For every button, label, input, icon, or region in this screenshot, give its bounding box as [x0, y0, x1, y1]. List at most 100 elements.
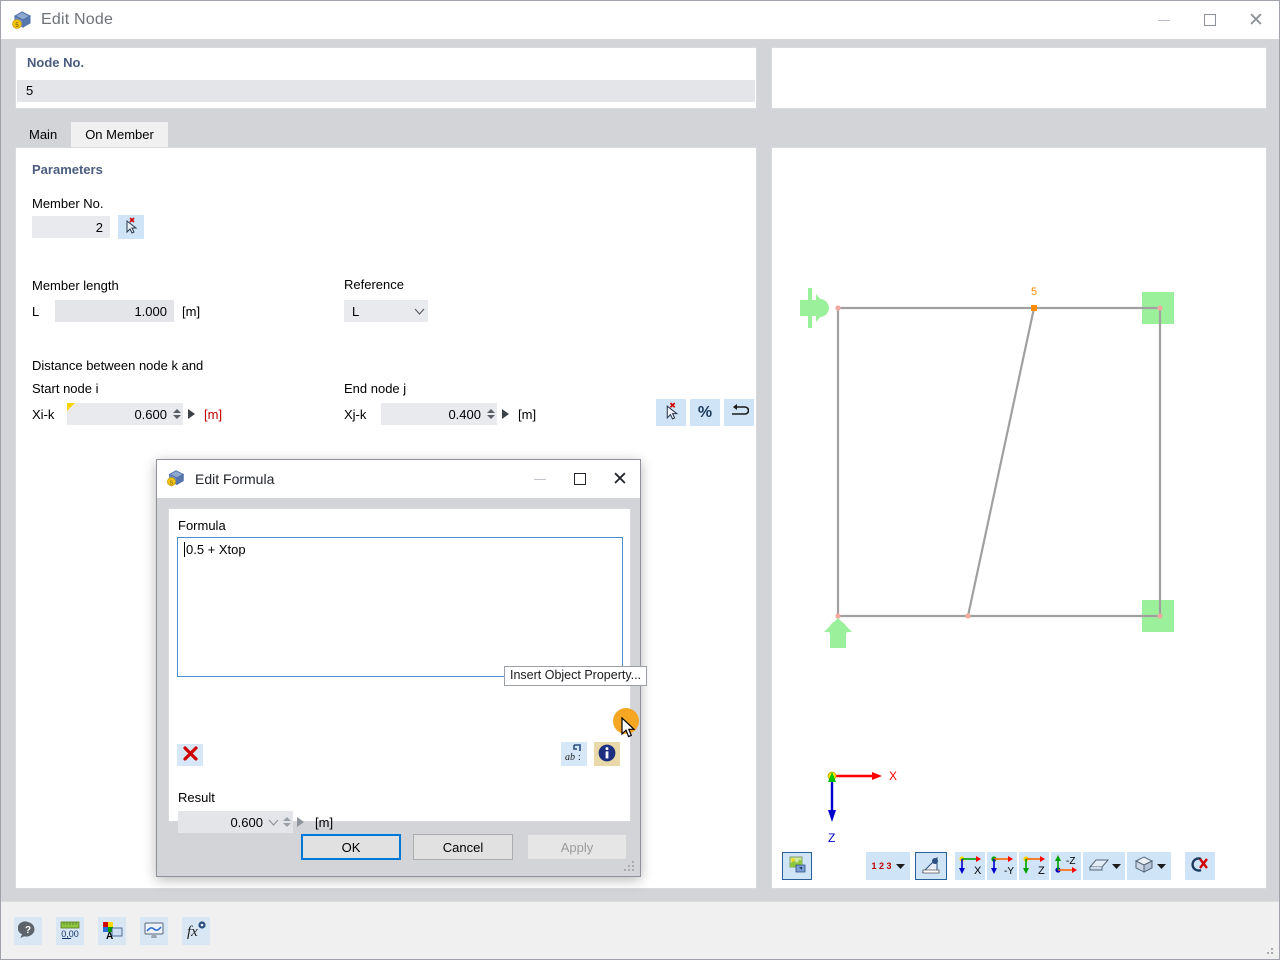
minimize-icon[interactable]	[520, 460, 560, 498]
start-node-value: 0.600	[67, 407, 171, 422]
end-node-label: End node j	[344, 381, 406, 396]
tab-main[interactable]: Main	[15, 122, 71, 147]
result-field: 0.600	[178, 811, 293, 833]
node-no-value[interactable]: 5	[17, 80, 755, 102]
viewport-toolbar: 1 2 3	[772, 844, 1266, 888]
cube-icon	[1133, 855, 1155, 877]
view-info-panel	[771, 47, 1267, 109]
result-value: 0.600	[178, 815, 265, 830]
start-node-formula-button[interactable]	[184, 403, 198, 425]
percent-icon: %	[698, 404, 712, 422]
maximize-icon[interactable]	[560, 460, 600, 498]
svg-text:Z: Z	[828, 831, 835, 845]
start-node-symbol: Xi-k	[32, 407, 54, 422]
measure-button[interactable]	[915, 852, 947, 880]
svg-text::: :	[578, 752, 581, 762]
help-button[interactable]: ?	[14, 917, 42, 945]
end-node-symbol: Xj-k	[344, 407, 366, 422]
svg-text:ab: ab	[565, 752, 575, 762]
clear-formula-button[interactable]	[177, 744, 203, 766]
svg-text:fx: fx	[187, 924, 198, 940]
modal-cancel-button[interactable]: Cancel	[413, 834, 513, 860]
member-no-label: Member No.	[32, 196, 104, 211]
formula-value: 0.5 + Xtop	[186, 542, 246, 557]
end-node-field[interactable]: 0.400	[381, 403, 497, 425]
formula-input[interactable]: 0.5 + Xtop	[177, 537, 623, 677]
close-icon[interactable]: ✕	[600, 460, 640, 498]
swap-arrow-icon	[729, 403, 749, 422]
start-node-field[interactable]: 0.600	[67, 403, 183, 425]
reference-value: L	[344, 304, 410, 319]
view-z-button[interactable]: Z	[1019, 852, 1049, 880]
result-label: Result	[178, 790, 215, 805]
axis-y-icon: -Y	[989, 855, 1015, 878]
svg-text:-Z: -Z	[1066, 856, 1075, 867]
delete-view-icon	[1189, 855, 1211, 877]
svg-text:5: 5	[1031, 286, 1037, 298]
modal-window-controls: ✕	[520, 460, 640, 498]
maximize-icon[interactable]	[1187, 1, 1233, 39]
plane-icon	[1088, 856, 1110, 876]
svg-text:-Y: -Y	[1004, 866, 1014, 875]
info-circle-icon	[597, 743, 617, 766]
tab-on-member[interactable]: On Member	[71, 122, 168, 147]
end-node-value: 0.400	[381, 407, 485, 422]
model-graphic: 5 X Z	[772, 148, 1266, 846]
member-length-field: 1.000	[55, 300, 174, 322]
help-balloon-icon: ?	[18, 920, 38, 943]
units-button[interactable]: 0,00	[56, 917, 84, 945]
member-length-symbol: L	[32, 304, 39, 319]
result-formula-button[interactable]	[293, 811, 307, 833]
edit-node-window: 5 Edit Node ✕ Node No. 5 Main On Member …	[0, 0, 1280, 960]
percent-button[interactable]: %	[690, 399, 720, 426]
axis-x-icon: X	[957, 855, 983, 878]
pick-node-cursor-button[interactable]	[656, 399, 686, 426]
plane-view-button[interactable]	[1083, 852, 1125, 880]
model-viewport[interactable]: 5 X Z	[771, 147, 1267, 889]
modal-apply-button[interactable]: Apply	[527, 834, 627, 860]
minimize-icon[interactable]	[1141, 1, 1187, 39]
pick-member-button[interactable]	[118, 215, 144, 239]
display-properties-icon: A	[101, 920, 123, 943]
node-cube-icon: 5	[11, 9, 33, 31]
pick-cursor-icon	[662, 402, 681, 424]
fx-icon: fx	[185, 920, 207, 943]
iso-view-button[interactable]	[1127, 852, 1171, 880]
window-controls: ✕	[1141, 1, 1279, 39]
ab-text-icon: ab :	[564, 743, 584, 765]
render-mode-button[interactable]	[782, 852, 812, 880]
svg-text:0,00: 0,00	[61, 929, 79, 939]
formula-settings-button[interactable]: fx	[182, 917, 210, 945]
close-icon[interactable]: ✕	[1233, 1, 1279, 39]
display-properties-button[interactable]: A	[98, 917, 126, 945]
bottom-bar: ? 0,00 A	[1, 901, 1279, 959]
insert-text-button[interactable]: ab :	[561, 742, 587, 766]
visual-settings-button[interactable]	[140, 917, 168, 945]
end-node-spinner[interactable]	[485, 403, 497, 425]
modal-resize-grip[interactable]	[623, 860, 635, 872]
result-unit: [m]	[315, 815, 333, 830]
end-node-formula-button[interactable]	[498, 403, 512, 425]
reference-combo[interactable]: L	[344, 300, 428, 322]
svg-text:X: X	[889, 769, 897, 783]
member-no-field[interactable]: 2	[32, 216, 110, 238]
start-node-spinner[interactable]	[171, 403, 183, 425]
insert-object-property-button[interactable]	[594, 742, 620, 766]
reference-label: Reference	[344, 277, 404, 292]
view-y-button[interactable]: -Y	[987, 852, 1017, 880]
modal-ok-button[interactable]: OK	[301, 834, 401, 860]
view-negz-button[interactable]: -Z	[1051, 852, 1081, 880]
formula-label: Formula	[178, 518, 226, 533]
numbering-button[interactable]: 1 2 3	[866, 852, 910, 880]
member-length-label: Member length	[32, 278, 119, 293]
resize-grip[interactable]	[1263, 944, 1275, 956]
measure-ruler-icon	[921, 856, 941, 877]
node-cube-icon: 5	[166, 468, 188, 490]
delete-view-button[interactable]	[1185, 852, 1215, 880]
red-x-icon	[182, 745, 199, 765]
render-view-icon	[788, 855, 807, 877]
view-x-button[interactable]: X	[955, 852, 985, 880]
swap-button[interactable]	[724, 399, 754, 426]
modal-body: Formula 0.5 + Xtop ab :	[168, 508, 631, 822]
result-spinner[interactable]	[281, 811, 293, 833]
